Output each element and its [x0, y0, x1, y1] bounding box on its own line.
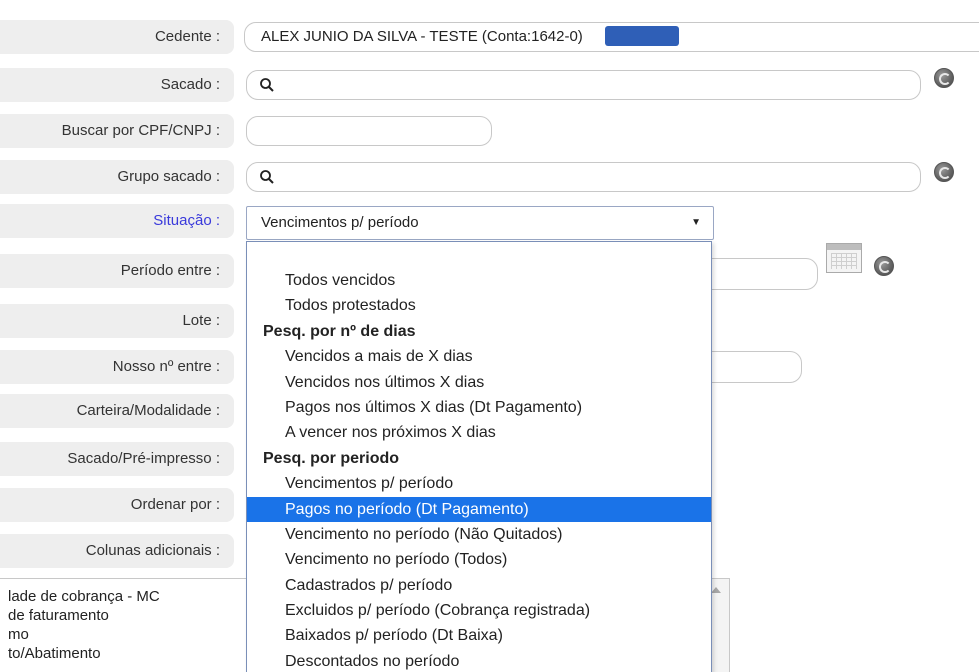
dropdown-option[interactable]: Vencimentos p/ período: [247, 471, 711, 496]
nosso-label: Nosso nº entre :: [0, 350, 234, 384]
dropdown-option[interactable]: Cadastrados p/ período: [247, 573, 711, 598]
cedente-value: ALEX JUNIO DA SILVA - TESTE (Conta:1642-…: [261, 28, 583, 45]
grupo-label: Grupo sacado :: [0, 160, 234, 194]
dropdown-option[interactable]: Todos protestados: [247, 293, 711, 318]
situacao-selected-value: Vencimentos p/ período: [261, 214, 419, 231]
dropdown-option[interactable]: Vencidos nos últimos X dias: [247, 370, 711, 395]
row-cpf: Buscar por CPF/CNPJ :: [0, 114, 979, 148]
clear-sacado-icon[interactable]: [934, 68, 954, 88]
chevron-down-icon: ▼: [691, 217, 701, 228]
lote-label: Lote :: [0, 304, 234, 338]
dropdown-group-label: Pesq. por nº de dias: [263, 322, 416, 340]
ordenar-label: Ordenar por :: [0, 488, 234, 522]
clear-periodo-icon[interactable]: [874, 256, 894, 276]
search-icon: [260, 78, 274, 92]
preimpresso-label: Sacado/Pré-impresso :: [0, 442, 234, 476]
dropdown-option[interactable]: Todos vencidos: [247, 268, 711, 293]
grupo-search-input[interactable]: [246, 162, 921, 192]
sacado-label: Sacado :: [0, 68, 234, 102]
cpf-label: Buscar por CPF/CNPJ :: [0, 114, 234, 148]
search-icon: [260, 170, 274, 184]
colunas-label: Colunas adicionais :: [0, 534, 234, 568]
periodo-label: Período entre :: [0, 254, 234, 288]
carteira-label: Carteira/Modalidade :: [0, 394, 234, 428]
calendar-icon[interactable]: [826, 243, 862, 273]
cpf-input[interactable]: [246, 116, 492, 146]
dropdown-option[interactable]: Vencimento no período (Todos): [247, 547, 711, 572]
situacao-select[interactable]: Vencimentos p/ período ▼: [246, 206, 714, 240]
clear-grupo-icon[interactable]: [934, 162, 954, 182]
dropdown-option[interactable]: Vencimento no período (Não Quitados): [247, 522, 711, 547]
cedente-label: Cedente :: [0, 20, 234, 54]
row-sacado: Sacado :: [0, 68, 979, 102]
situacao-dropdown[interactable]: Todos vencidos Todos protestados Pesq. por…: [246, 241, 712, 672]
scroll-up-icon[interactable]: [711, 587, 721, 593]
row-cedente: Cedente : ALEX JUNIO DA SILVA - TESTE (C…: [0, 20, 979, 54]
dropdown-option[interactable]: Descontados no período: [247, 649, 711, 672]
situacao-label: Situação :: [0, 204, 234, 238]
cedente-field: ALEX JUNIO DA SILVA - TESTE (Conta:1642-…: [244, 22, 979, 52]
dropdown-option[interactable]: Baixados p/ período (Dt Baixa): [247, 623, 711, 648]
sacado-search-input[interactable]: [246, 70, 921, 100]
dropdown-option[interactable]: Pagos no período (Dt Pagamento): [247, 496, 711, 522]
search-form: Cedente : ALEX JUNIO DA SILVA - TESTE (C…: [0, 0, 979, 672]
dropdown-option[interactable]: Excluidos p/ período (Cobrança registrad…: [247, 598, 711, 623]
dropdown-option[interactable]: A vencer nos próximos X dias: [247, 420, 711, 445]
row-grupo: Grupo sacado :: [0, 160, 979, 194]
account-badge: [604, 25, 679, 46]
dropdown-option[interactable]: Vencidos a mais de X dias: [247, 344, 711, 369]
dropdown-option[interactable]: Pagos nos últimos X dias (Dt Pagamento): [247, 395, 711, 420]
row-situacao: Situação : Vencimentos p/ período ▼: [0, 204, 979, 240]
dropdown-group-label: Pesq. por periodo: [263, 449, 400, 467]
